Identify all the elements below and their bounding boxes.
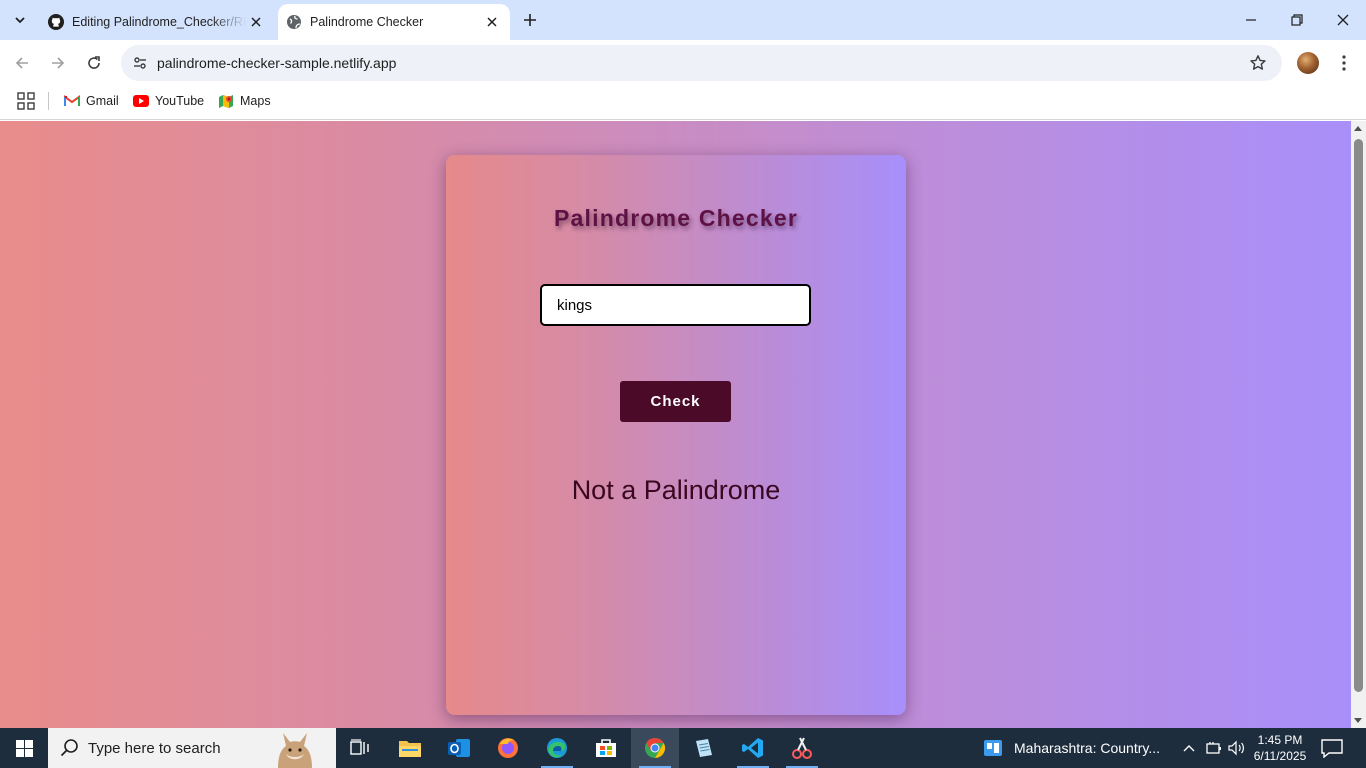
palindrome-input[interactable] <box>540 284 811 326</box>
outlook-icon <box>448 739 470 757</box>
apps-grid-icon[interactable] <box>17 92 35 110</box>
windows-taskbar: Type here to search Maharashtra: Country… <box>0 728 1366 768</box>
outlook-button[interactable] <box>435 728 483 768</box>
bookmark-label: YouTube <box>155 94 205 108</box>
battery-indicator[interactable] <box>1202 728 1224 768</box>
restore-icon <box>1291 14 1303 26</box>
start-button[interactable] <box>0 728 48 768</box>
windows-logo-icon <box>15 739 33 757</box>
firefox-button[interactable] <box>484 728 532 768</box>
store-button[interactable] <box>582 728 630 768</box>
close-tab-icon[interactable] <box>246 12 266 32</box>
site-settings-icon[interactable] <box>129 52 151 74</box>
show-hidden-icons-button[interactable] <box>1180 728 1198 768</box>
bookmark-youtube[interactable]: YouTube <box>133 91 204 111</box>
tab-editing-readme[interactable]: Editing Palindrome_Checker/README.md <box>38 4 274 40</box>
speaker-icon <box>1228 740 1244 756</box>
vscode-button[interactable] <box>729 728 777 768</box>
weather-widget[interactable] <box>980 728 1006 768</box>
battery-plug-icon <box>1206 742 1221 754</box>
tab-title: Palindrome Checker <box>310 15 424 29</box>
news-weather-icon <box>984 740 1002 756</box>
url-text[interactable]: palindrome-checker-sample.netlify.app <box>157 55 396 71</box>
clock-time: 1:45 PM <box>1257 733 1303 747</box>
check-button[interactable]: Check <box>620 381 731 422</box>
youtube-icon <box>133 93 149 109</box>
back-button[interactable] <box>8 49 36 77</box>
weather-text[interactable]: Maharashtra: Country... <box>1014 740 1160 756</box>
edge-button[interactable] <box>533 728 581 768</box>
globe-icon <box>286 14 302 30</box>
arrow-right-icon <box>52 57 65 69</box>
profile-avatar[interactable] <box>1297 52 1319 74</box>
arrow-left-icon <box>15 57 28 69</box>
notepad-icon <box>696 739 712 757</box>
scroll-up-arrow-icon[interactable] <box>1354 126 1362 131</box>
close-window-button[interactable] <box>1320 0 1366 40</box>
plus-icon <box>524 14 536 26</box>
tab-search-button[interactable] <box>6 6 34 34</box>
file-explorer-button[interactable] <box>386 728 434 768</box>
menu-kebab-icon[interactable] <box>1334 51 1354 75</box>
taskbar-clock[interactable]: 1:45 PM 6/11/2025 <box>1250 732 1310 764</box>
github-icon <box>48 14 64 30</box>
tab-title: Editing Palindrome_Checker/README.md <box>72 15 246 29</box>
snipping-tool-button[interactable] <box>778 728 826 768</box>
edge-icon <box>547 738 567 758</box>
result-text: Not a Palindrome <box>571 475 781 505</box>
bookmark-gmail[interactable]: Gmail <box>64 91 119 111</box>
close-icon <box>1337 14 1349 26</box>
page-title: Palindrome Checker <box>553 205 799 231</box>
task-view-button[interactable] <box>336 728 384 768</box>
reload-icon <box>88 56 100 69</box>
tab-palindrome-checker[interactable]: Palindrome Checker <box>278 4 510 40</box>
bookmark-star-icon[interactable] <box>1248 53 1268 73</box>
gmail-icon <box>64 93 80 109</box>
new-tab-button[interactable] <box>518 8 542 32</box>
chevron-down-icon <box>15 17 25 24</box>
restore-button[interactable] <box>1274 0 1320 40</box>
forward-button[interactable] <box>44 49 72 77</box>
address-bar[interactable]: palindrome-checker-sample.netlify.app <box>121 45 1282 81</box>
minimize-button[interactable] <box>1228 0 1274 40</box>
snipping-tool-icon <box>792 737 812 759</box>
bookmarks-divider <box>48 92 49 110</box>
volume-indicator[interactable] <box>1226 728 1248 768</box>
browser-tab-strip: Editing Palindrome_Checker/README.md Pal… <box>0 0 1366 40</box>
store-icon <box>596 739 616 757</box>
search-highlight-lynx-icon <box>278 733 312 768</box>
firefox-icon <box>498 738 518 758</box>
bookmarks-bar: Gmail YouTube Maps <box>0 86 1366 120</box>
page-scrollbar[interactable] <box>1351 121 1366 728</box>
task-view-icon <box>350 739 369 755</box>
chrome-button[interactable] <box>631 728 679 768</box>
minimize-icon <box>1246 19 1256 21</box>
palindrome-card: Palindrome Checker Check Not a Palindrom… <box>446 155 906 715</box>
search-placeholder: Type here to search <box>88 740 221 757</box>
scroll-down-arrow-icon[interactable] <box>1354 718 1362 723</box>
chrome-icon <box>645 737 666 759</box>
vscode-icon <box>742 738 763 758</box>
bookmark-maps[interactable]: Maps <box>218 91 271 111</box>
notification-center-icon[interactable] <box>1320 738 1344 758</box>
page-viewport: Palindrome Checker Check Not a Palindrom… <box>0 121 1351 728</box>
bookmark-label: Gmail <box>86 94 119 108</box>
maps-icon <box>218 93 234 109</box>
chevron-up-icon <box>1183 745 1195 752</box>
bookmark-label: Maps <box>240 94 271 108</box>
reload-button[interactable] <box>80 49 108 77</box>
search-icon <box>60 739 78 757</box>
file-explorer-icon <box>399 741 421 757</box>
browser-toolbar: palindrome-checker-sample.netlify.app <box>0 40 1366 86</box>
close-tab-icon[interactable] <box>482 12 502 32</box>
scroll-thumb[interactable] <box>1354 139 1363 692</box>
clock-date: 6/11/2025 <box>1253 749 1307 763</box>
notepad-button[interactable] <box>680 728 728 768</box>
